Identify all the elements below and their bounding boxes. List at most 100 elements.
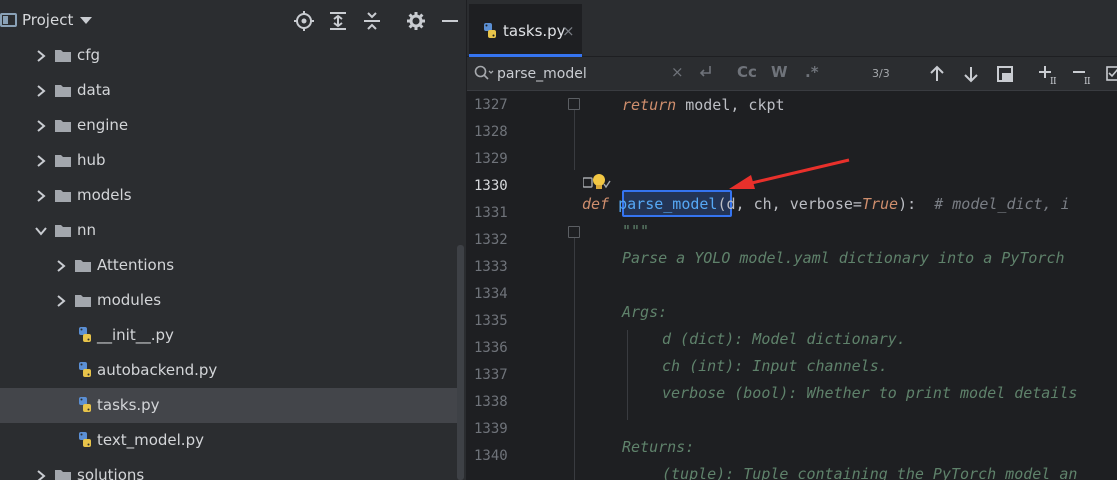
chevron-right-icon[interactable]	[34, 83, 48, 97]
tree-item-label: modules	[97, 291, 162, 309]
code-line-1337: verbose (bool): Whether to print model d…	[662, 384, 1078, 402]
project-panel-title[interactable]: Project	[22, 11, 73, 29]
line-number: 1334	[474, 286, 508, 302]
comment: # model_dict, i	[934, 195, 1070, 213]
select-all-occurrences-icon[interactable]	[994, 63, 1016, 85]
arrow-up-icon[interactable]	[926, 63, 948, 85]
tree-item-tasks-py[interactable]: tasks.py	[0, 388, 460, 423]
search-icon[interactable]	[474, 65, 494, 81]
lightbulb-icon[interactable]	[582, 172, 611, 192]
tree-item-text-model-py[interactable]: text_model.py	[0, 423, 460, 458]
arrow-down-icon[interactable]	[960, 63, 982, 85]
code-line-1334: Args:	[622, 303, 668, 321]
line-number: 1336	[474, 340, 508, 356]
add-occurrence-icon[interactable]: II	[1036, 63, 1058, 87]
fold-marker[interactable]	[568, 226, 580, 238]
editor-tab-bar: tasks.py ×	[467, 0, 1117, 57]
indent-guide	[627, 330, 628, 420]
code-text: (d, ch, verbose=	[717, 195, 862, 213]
chevron-right-icon[interactable]	[54, 258, 68, 272]
line-number-gutter: 1327 1328 1329 1330 1331 1332 1333 1334 1335 1336…	[467, 91, 527, 480]
line-number: 1332	[474, 232, 508, 248]
chevron-right-icon[interactable]	[34, 118, 48, 132]
chevron-down-icon[interactable]	[34, 223, 48, 237]
collapse-all-icon[interactable]	[361, 10, 383, 32]
chevron-right-icon[interactable]	[34, 188, 48, 202]
fold-guide	[574, 238, 575, 480]
tree-item-data[interactable]: data	[0, 73, 460, 108]
tree-item-label: Attentions	[97, 256, 175, 274]
tree-item-label: nn	[77, 221, 97, 239]
tree-item-label: engine	[77, 116, 129, 134]
code-line-1339: Returns:	[622, 438, 695, 456]
tree-item-attentions[interactable]: Attentions	[0, 248, 460, 283]
locate-icon[interactable]	[293, 10, 315, 32]
code-line-1330: def parse_model(d, ch, verbose=True): # …	[582, 195, 1070, 213]
keyword: return	[622, 96, 677, 114]
minimize-icon[interactable]	[439, 10, 461, 32]
chevron-right-icon[interactable]	[34, 48, 48, 62]
editor: tasks.py × × Cc W .* 3/3 II II	[467, 0, 1117, 480]
close-icon[interactable]: ×	[562, 22, 575, 40]
fold-guide	[574, 100, 575, 170]
code-text: ):	[898, 195, 935, 213]
code-line-1336: ch (int): Input channels.	[662, 357, 888, 375]
find-input[interactable]	[497, 62, 677, 86]
python-file-icon	[481, 22, 499, 40]
function-name: parse_model	[618, 195, 718, 213]
checklist-icon[interactable]	[1104, 63, 1117, 85]
whole-words-button[interactable]: W	[771, 63, 788, 85]
fold-marker[interactable]	[568, 98, 580, 110]
line-number: 1340	[474, 448, 508, 464]
gear-icon[interactable]	[405, 10, 427, 32]
chevron-right-icon[interactable]	[34, 153, 48, 167]
project-panel: Project cfg data engine hub models nn Attentio…	[0, 0, 467, 480]
expand-all-icon[interactable]	[327, 10, 349, 32]
chevron-right-icon[interactable]	[34, 468, 48, 480]
project-panel-header: Project	[0, 0, 467, 40]
tree-item-solutions[interactable]: solutions	[0, 458, 460, 480]
new-line-icon[interactable]	[697, 63, 713, 85]
tab-tasks-py[interactable]: tasks.py ×	[469, 4, 582, 57]
folder-icon	[54, 118, 72, 132]
tree-item-hub[interactable]: hub	[0, 143, 460, 178]
code-text: model, ckpt	[676, 96, 785, 114]
tree-item-models[interactable]: models	[0, 178, 460, 213]
python-file-icon	[76, 361, 94, 379]
line-number: 1335	[474, 313, 508, 329]
line-number: 1330	[474, 178, 508, 194]
line-number: 1339	[474, 421, 508, 437]
line-number: 1327	[474, 97, 508, 113]
regex-button[interactable]: .*	[805, 63, 819, 85]
tree-item-engine[interactable]: engine	[0, 108, 460, 143]
code-line-1331: """	[622, 222, 650, 240]
tree-item-label: __init__.py	[97, 326, 174, 344]
line-number: 1331	[474, 205, 508, 221]
code-line-1332: Parse a YOLO model.yaml dictionary into …	[622, 249, 1065, 267]
tree-item-nn[interactable]: nn	[0, 213, 460, 248]
line-number: 1328	[474, 124, 508, 140]
line-number: 1338	[474, 394, 508, 410]
tree-item-autobackend-py[interactable]: autobackend.py	[0, 353, 460, 388]
match-case-button[interactable]: Cc	[737, 63, 757, 85]
tab-label: tasks.py	[503, 22, 566, 40]
tree-item-label: models	[77, 186, 132, 204]
tree-item-cfg[interactable]: cfg	[0, 38, 460, 73]
chevron-right-icon[interactable]	[54, 293, 68, 307]
remove-occurrence-icon[interactable]: II	[1070, 63, 1092, 87]
line-number: 1329	[474, 151, 508, 167]
project-window-icon[interactable]	[0, 13, 17, 27]
code-line-1335: d (dict): Model dictionary.	[662, 330, 906, 348]
line-number: 1337	[474, 367, 508, 383]
clear-search-icon[interactable]: ×	[671, 63, 684, 85]
tree-item-init-py[interactable]: __init__.py	[0, 318, 460, 353]
project-scrollbar[interactable]	[457, 245, 464, 480]
tree-item-modules[interactable]: modules	[0, 283, 460, 318]
chevron-down-icon[interactable]	[80, 17, 92, 24]
tree-item-label: tasks.py	[97, 396, 160, 414]
keyword: def	[582, 195, 610, 213]
tree-item-label: text_model.py	[97, 431, 204, 449]
tree-item-label: cfg	[77, 46, 101, 64]
folder-icon	[54, 153, 72, 167]
code-line-1340: (tuple): Tuple containing the PyTorch mo…	[662, 465, 1078, 480]
